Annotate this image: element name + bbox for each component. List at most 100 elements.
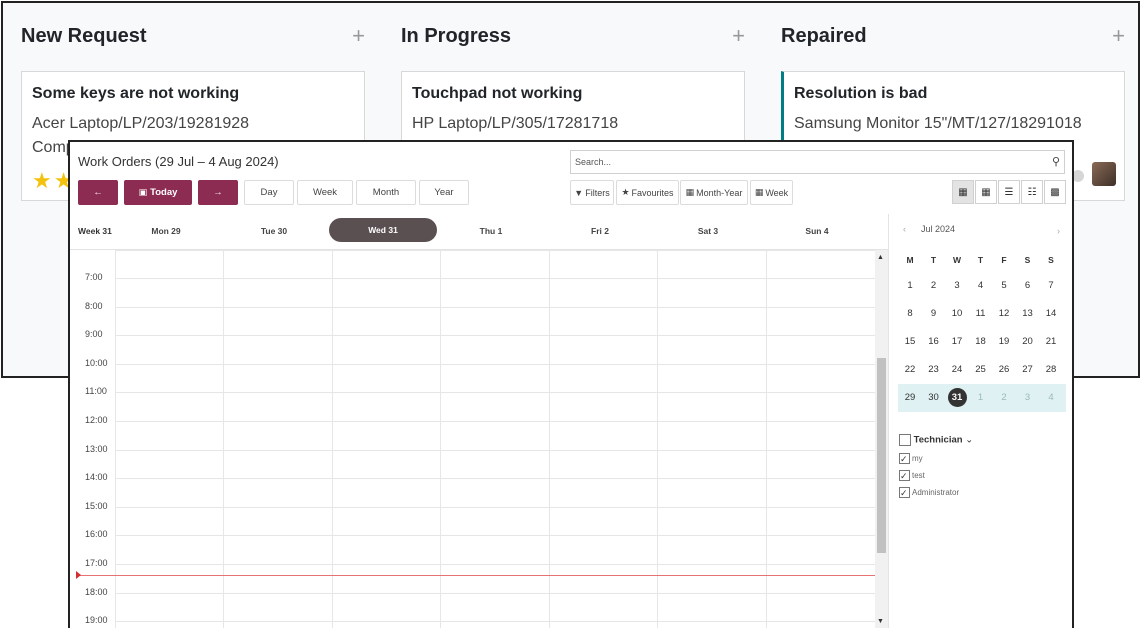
weekday-label: S: [1048, 255, 1054, 265]
filter-checkbox[interactable]: [899, 468, 910, 485]
week-header: Week 31 Mon 29 Tue 30 Wed 31 Thu 1 Fri 2…: [70, 214, 888, 250]
filter-item[interactable]: Administrator: [899, 484, 973, 502]
mini-day[interactable]: 26: [992, 356, 1016, 384]
mini-day[interactable]: 15: [898, 328, 922, 356]
scale-year-button[interactable]: Year: [419, 180, 469, 205]
previous-button[interactable]: ←: [78, 180, 118, 205]
mini-day[interactable]: 27: [1016, 356, 1040, 384]
groupby-month-year-button[interactable]: ▦ Month-Year: [680, 180, 748, 205]
time-grid[interactable]: 7:00 8:00 9:00 10:00 11:00 12:00 13:00 14:00 15:…: [70, 250, 876, 628]
calendar-view-icon[interactable]: ▦: [952, 180, 974, 204]
day-header[interactable]: Fri 2: [546, 226, 654, 236]
pivot-view-icon[interactable]: ☷: [1021, 180, 1043, 204]
mini-day[interactable]: 4: [1039, 384, 1063, 412]
mini-day[interactable]: 1: [898, 272, 922, 300]
plus-icon[interactable]: +: [352, 23, 365, 49]
scrollbar[interactable]: ▲ ▼: [875, 250, 888, 628]
card-equipment: HP Laptop/LP/305/17281718: [412, 115, 619, 132]
time-label: 18:00: [85, 586, 108, 597]
mini-day[interactable]: 29: [898, 384, 922, 412]
day-header[interactable]: Tue 30: [220, 226, 328, 236]
filter-item[interactable]: test: [899, 467, 973, 485]
scale-day-button[interactable]: Day: [244, 180, 294, 205]
mini-day-selected[interactable]: 31: [945, 384, 969, 412]
weekday-label: T: [930, 255, 937, 265]
mini-day[interactable]: 19: [992, 328, 1016, 356]
mini-day[interactable]: 21: [1039, 328, 1063, 356]
scrollbar-thumb[interactable]: [877, 358, 886, 553]
filter-checkbox[interactable]: [899, 451, 910, 468]
scale-month-button[interactable]: Month: [356, 180, 416, 205]
hour-line: [115, 421, 875, 422]
mini-day[interactable]: 3: [945, 272, 969, 300]
chevron-down-icon[interactable]: ⌄: [965, 435, 973, 446]
mini-calendar-header: ‹ Jul 2024 ›: [889, 224, 1072, 240]
mini-day[interactable]: 8: [898, 300, 922, 328]
mini-day[interactable]: 4: [969, 272, 993, 300]
mini-day[interactable]: 13: [1016, 300, 1040, 328]
current-time-line: [78, 575, 875, 576]
next-button[interactable]: →: [198, 180, 238, 205]
plus-icon[interactable]: +: [1112, 23, 1125, 49]
mini-day[interactable]: 10: [945, 300, 969, 328]
weekday-label: M: [906, 255, 914, 265]
day-column-line: [115, 250, 116, 628]
mini-day[interactable]: 14: [1039, 300, 1063, 328]
calendar-small-icon: ▦: [685, 187, 695, 197]
search-input[interactable]: [571, 151, 1021, 173]
mini-day[interactable]: 7: [1039, 272, 1063, 300]
day-header-today[interactable]: Wed 31: [329, 218, 437, 242]
mini-day[interactable]: 20: [1016, 328, 1040, 356]
scroll-up-icon[interactable]: ▲: [877, 254, 884, 261]
week-number: Week 31: [78, 226, 112, 236]
select-all-checkbox[interactable]: [899, 434, 911, 446]
chevron-right-icon[interactable]: ›: [1057, 226, 1060, 236]
favourites-label: Favourites: [631, 187, 674, 198]
time-label: 14:00: [85, 472, 108, 483]
chevron-left-icon[interactable]: ‹: [903, 224, 906, 234]
mini-day[interactable]: 12: [992, 300, 1016, 328]
filter-item[interactable]: my: [899, 450, 973, 468]
plus-icon[interactable]: +: [732, 23, 745, 49]
day-header[interactable]: Thu 1: [437, 226, 545, 236]
mini-day[interactable]: 2: [922, 272, 946, 300]
day-header[interactable]: Sat 3: [654, 226, 762, 236]
favourites-button[interactable]: ★ Favourites: [616, 180, 679, 205]
mini-day[interactable]: 2: [992, 384, 1016, 412]
card-equipment: Acer Laptop/LP/203/19281928: [32, 115, 250, 132]
mini-day[interactable]: 1: [969, 384, 993, 412]
mini-day[interactable]: 28: [1039, 356, 1063, 384]
mini-day[interactable]: 3: [1016, 384, 1040, 412]
filter-checkbox[interactable]: [899, 485, 910, 502]
time-label: 15:00: [85, 500, 108, 511]
mini-day[interactable]: 22: [898, 356, 922, 384]
hour-line: [115, 250, 875, 251]
groupby-week-button[interactable]: ▦ Week: [750, 180, 793, 205]
day-header[interactable]: Mon 29: [112, 226, 220, 236]
mini-day[interactable]: 11: [969, 300, 993, 328]
technician-filter: Technician ⌄ my test Administrator: [899, 434, 973, 502]
list-view-icon[interactable]: ☰: [998, 180, 1020, 204]
calendar-small-icon: ▦: [754, 187, 764, 197]
mini-day[interactable]: 23: [922, 356, 946, 384]
mini-day[interactable]: 9: [922, 300, 946, 328]
mini-day[interactable]: 18: [969, 328, 993, 356]
mini-day[interactable]: 24: [945, 356, 969, 384]
search-icon[interactable]: ⚲: [1052, 155, 1060, 168]
mini-day[interactable]: 16: [922, 328, 946, 356]
graph-view-icon[interactable]: ▩: [1044, 180, 1066, 204]
filters-button[interactable]: ▼ Filters: [570, 180, 614, 205]
day-header[interactable]: Sun 4: [763, 226, 871, 236]
mini-day[interactable]: 30: [922, 384, 946, 412]
today-button[interactable]: ▣ Today: [124, 180, 192, 205]
filter-header[interactable]: Technician ⌄: [899, 434, 973, 450]
scale-week-button[interactable]: Week: [297, 180, 353, 205]
search-box: ⚲: [570, 150, 1065, 174]
mini-day[interactable]: 25: [969, 356, 993, 384]
week-row: 15 16 17 18 19 20 21: [898, 328, 1066, 356]
mini-day[interactable]: 17: [945, 328, 969, 356]
mini-day[interactable]: 5: [992, 272, 1016, 300]
mini-day[interactable]: 6: [1016, 272, 1040, 300]
scroll-down-icon[interactable]: ▼: [877, 618, 884, 625]
kanban-view-icon[interactable]: ▦: [975, 180, 997, 204]
